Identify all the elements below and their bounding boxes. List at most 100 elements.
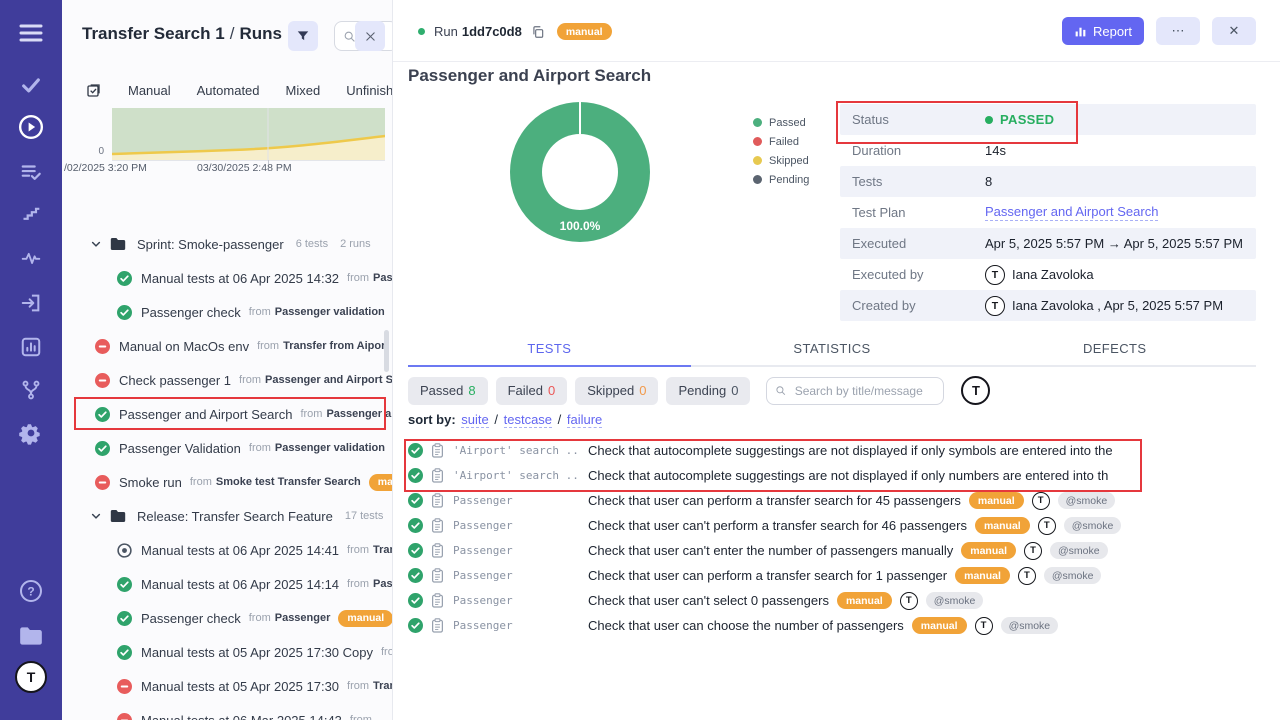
tree-run-row[interactable]: Manual tests at 06 Apr 2025 14:14fromPas…: [62, 567, 392, 601]
tree-run-row[interactable]: Manual on MacOs envfromTransfer from Aip…: [62, 329, 392, 363]
test-plans-icon[interactable]: [0, 158, 62, 186]
run-topbar: Run 1dd7c0d8 manual Report ⋯ ✕: [393, 0, 1280, 62]
profile-logo-icon[interactable]: T: [0, 663, 62, 691]
assignee-avatar: T: [1038, 517, 1056, 535]
filter-passed-button[interactable]: Passed8: [408, 377, 488, 405]
help-icon[interactable]: ?: [0, 577, 62, 605]
manual-badge: manual: [975, 517, 1030, 534]
tree-run-row[interactable]: Passenger checkfromPassenger validationm…: [62, 295, 392, 329]
tab-defects[interactable]: DEFECTS: [973, 338, 1256, 365]
test-title[interactable]: Check that user can perform a transfer s…: [588, 493, 961, 508]
tree-folder-row[interactable]: Release: Transfer Search Feature17 tests…: [62, 499, 392, 533]
run-label: Passenger check: [141, 611, 241, 626]
status-passed-dot: [985, 116, 993, 124]
tests-search-input[interactable]: [793, 383, 936, 399]
test-title[interactable]: Check that user can't enter the number o…: [588, 543, 953, 558]
summary-value: Passenger and Airport Search: [985, 204, 1158, 221]
branches-icon[interactable]: [0, 376, 62, 404]
tag-smoke: @smoke: [1058, 492, 1116, 509]
test-row[interactable]: 'Airport' search ...Check that autocompl…: [408, 438, 1274, 463]
tests-search[interactable]: [766, 377, 944, 405]
test-row[interactable]: PassengerCheck that user can choose the …: [408, 613, 1274, 638]
copy-icon[interactable]: [531, 25, 545, 39]
test-title[interactable]: Check that user can perform a transfer s…: [588, 568, 947, 583]
tree-run-row[interactable]: Passenger checkfromPassengermanual6: [62, 601, 392, 635]
runs-panel: Transfer Search 1/Runs ManualAutomatedMi…: [62, 0, 393, 720]
tree-run-row[interactable]: Manual tests at 05 Apr 2025 17:30 Copyfr…: [62, 635, 392, 669]
user-avatar: T: [985, 296, 1005, 316]
close-search-button[interactable]: [355, 21, 385, 51]
tree-run-row[interactable]: Manual tests at 06 Apr 2025 14:41fromTra…: [62, 533, 392, 567]
breadcrumb-separator: /: [230, 24, 235, 43]
tab-manual[interactable]: Manual: [128, 83, 171, 98]
summary-row: Tests8: [840, 166, 1256, 197]
documentation-folder-icon[interactable]: [0, 622, 62, 650]
chevron-down-icon[interactable]: [90, 238, 102, 250]
run-label: Passenger and Airport Search: [119, 407, 292, 422]
status-passed-text: PASSED: [1000, 112, 1054, 127]
tree-run-row[interactable]: Check passenger 1fromPassenger and Airpo…: [62, 363, 392, 397]
legend-dot: [753, 156, 762, 165]
test-row[interactable]: PassengerCheck that user can perform a t…: [408, 488, 1274, 513]
folder-meta-tests: 6 tests: [296, 238, 328, 250]
milestones-steps-icon[interactable]: [0, 199, 62, 227]
tree-run-row[interactable]: Manual tests at 06 Apr 2025 14:32fromPas…: [62, 261, 392, 295]
tab-unfinished[interactable]: Unfinished: [346, 83, 393, 98]
filter-pending-button[interactable]: Pending0: [666, 377, 750, 405]
test-title[interactable]: Check that user can choose the number of…: [588, 618, 904, 633]
sort-testcase-link[interactable]: testcase: [504, 412, 552, 428]
import-icon[interactable]: [0, 289, 62, 317]
summary-label: Executed by: [852, 267, 985, 282]
reports-chart-icon[interactable]: [0, 333, 62, 361]
test-row[interactable]: PassengerCheck that user can't perform a…: [408, 513, 1274, 538]
runs-play-icon[interactable]: [0, 113, 62, 141]
tree-folder-row[interactable]: Sprint: Smoke-passenger6 tests2 runs: [62, 227, 392, 261]
logo-avatar: T: [15, 661, 47, 693]
tree-run-row[interactable]: Passenger and Airport SearchfromPassenge…: [62, 397, 392, 431]
test-title[interactable]: Check that autocomplete suggestings are …: [588, 443, 1113, 458]
sort-suite-link[interactable]: suite: [461, 412, 488, 428]
filter-button[interactable]: [288, 21, 318, 51]
assignee-filter-avatar[interactable]: T: [961, 376, 990, 405]
project-title[interactable]: Transfer Search 1: [82, 24, 225, 43]
summary-row: StatusPASSED: [840, 104, 1256, 135]
tab-automated[interactable]: Automated: [197, 83, 260, 98]
tree-run-row[interactable]: Manual tests at 05 Apr 2025 17:30fromTra…: [62, 669, 392, 703]
settings-gear-icon[interactable]: [0, 419, 62, 447]
test-title[interactable]: Check that user can't perform a transfer…: [588, 518, 967, 533]
analytics-pulse-icon[interactable]: [0, 244, 62, 272]
tab-tests[interactable]: TESTS: [408, 338, 691, 367]
tree-run-row[interactable]: Smoke runfromSmoke test Transfer Searchm…: [62, 465, 392, 499]
from-suite: Transfer from Aiport: [283, 340, 389, 352]
panel-scrollbar[interactable]: [384, 330, 389, 372]
test-row[interactable]: PassengerCheck that user can perform a t…: [408, 563, 1274, 588]
test-row[interactable]: PassengerCheck that user can't enter the…: [408, 538, 1274, 563]
filter-failed-button[interactable]: Failed0: [496, 377, 568, 405]
test-row[interactable]: 'Airport' search ... Check that autocompl…: [408, 463, 1274, 488]
sort-failure-link[interactable]: failure: [567, 412, 602, 428]
test-title[interactable]: Check that user can't select 0 passenger…: [588, 593, 829, 608]
tree-run-row[interactable]: Manual tests at 06 Mar 2025 14:43from: [62, 703, 392, 720]
suite-name: 'Airport' search ...: [453, 469, 578, 482]
summary-value: 14s: [985, 143, 1006, 158]
select-runs-icon[interactable]: [86, 82, 102, 98]
tree-run-row[interactable]: Passenger ValidationfromPassenger valida…: [62, 431, 392, 465]
test-title[interactable]: Check that autocomplete suggestings are …: [588, 468, 1108, 483]
tag-smoke: @smoke: [1044, 567, 1102, 584]
report-button[interactable]: Report: [1062, 17, 1144, 45]
tests-check-icon[interactable]: [0, 71, 62, 99]
test-plan-link[interactable]: Passenger and Airport Search: [985, 204, 1158, 221]
test-row[interactable]: PassengerCheck that user can't select 0 …: [408, 588, 1274, 613]
tab-mixed[interactable]: Mixed: [286, 83, 321, 98]
tab-statistics[interactable]: STATISTICS: [691, 338, 974, 365]
chevron-down-icon[interactable]: [90, 510, 102, 522]
filter-skipped-button[interactable]: Skipped0: [575, 377, 658, 405]
summary-row: Created byTIana Zavoloka , Apr 5, 2025 5…: [840, 290, 1256, 321]
from-suite: Passenger and Airport Searc: [265, 374, 392, 386]
legend-skipped: Skipped: [753, 151, 809, 170]
more-button[interactable]: ⋯: [1156, 17, 1200, 45]
summary-plain-value: 8: [985, 174, 992, 189]
close-run-button[interactable]: ✕: [1212, 17, 1256, 45]
status-passed-icon: [117, 611, 132, 626]
menu-icon[interactable]: [0, 19, 62, 47]
